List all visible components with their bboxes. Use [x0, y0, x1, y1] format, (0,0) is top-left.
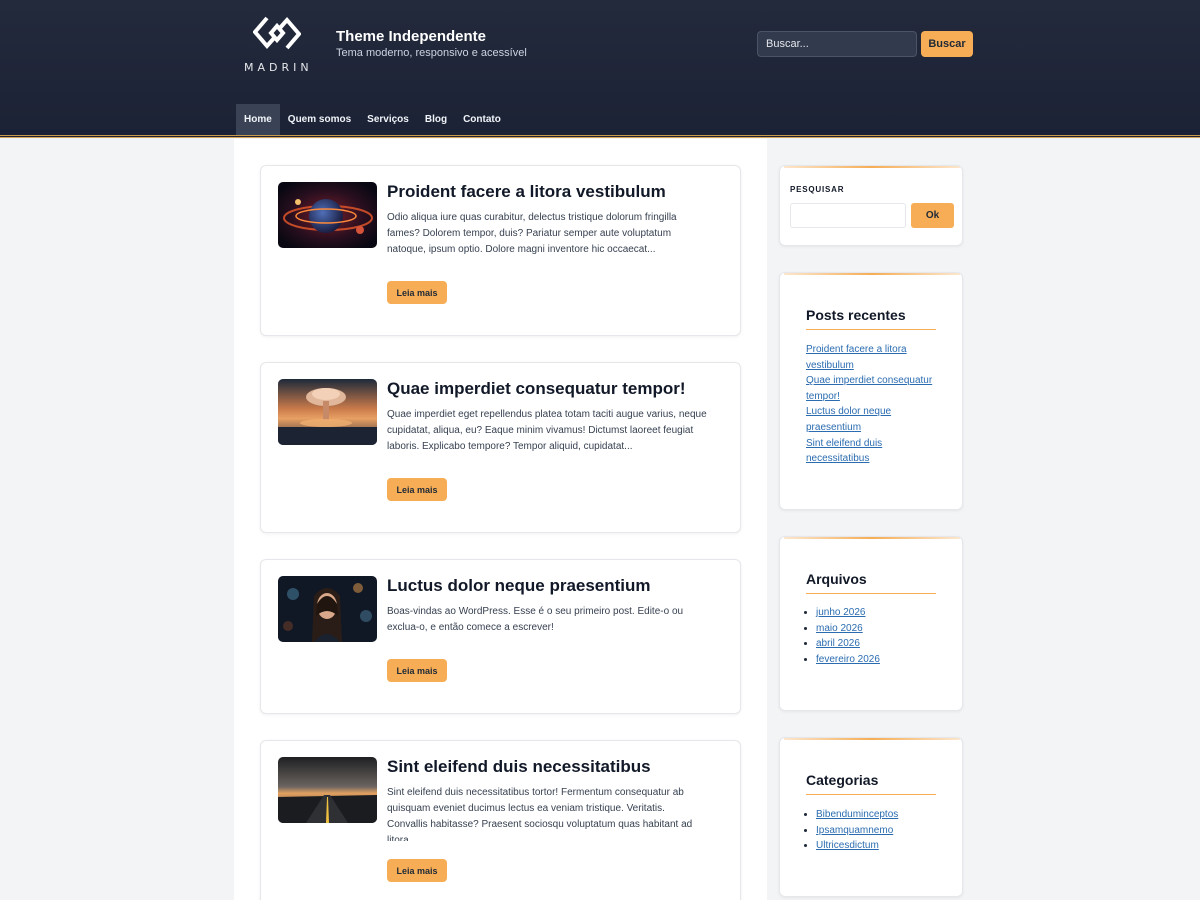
recent-posts-list: Proident facere a litora vestibulum Quae…	[806, 342, 936, 467]
sidebar-search-input[interactable]	[790, 203, 906, 228]
post-card: Proident facere a litora vestibulum Odio…	[260, 165, 741, 336]
archives-list: junho 2026 maio 2026 abril 2026 fevereir…	[816, 605, 946, 667]
site-description: Tema moderno, responsivo e acessível	[336, 47, 527, 59]
site-title[interactable]: Theme Independente	[336, 28, 486, 45]
post-title[interactable]: Luctus dolor neque praesentium	[387, 576, 651, 596]
post-excerpt: Boas-vindas ao WordPress. Esse é o seu p…	[387, 606, 684, 633]
archive-link[interactable]: junho 2026	[816, 607, 866, 618]
post-title[interactable]: Quae imperdiet consequatur tempor!	[387, 379, 686, 399]
search-widget: PESQUISAR Ok	[779, 165, 963, 246]
post-thumbnail[interactable]	[278, 576, 377, 642]
read-more-button[interactable]: Leia mais	[387, 859, 447, 882]
archive-link[interactable]: maio 2026	[816, 623, 863, 634]
post-card: Quae imperdiet consequatur tempor! Quae …	[260, 362, 741, 533]
list-item: abril 2026	[816, 636, 946, 652]
post-thumbnail[interactable]	[278, 379, 377, 445]
site-header: MADRIN Theme Independente Tema moderno, …	[0, 0, 1200, 139]
site-logo[interactable]: MADRIN	[244, 16, 310, 74]
logo-mark-icon	[253, 16, 301, 50]
read-more-button[interactable]: Leia mais	[387, 659, 447, 682]
list-item: Ultricesdictum	[816, 838, 946, 854]
post-thumbnail[interactable]	[278, 182, 377, 248]
nav-quem-somos[interactable]: Quem somos	[280, 104, 359, 136]
archive-link[interactable]: fevereiro 2026	[816, 654, 880, 665]
read-more-button[interactable]: Leia mais	[387, 478, 447, 501]
archives-widget: Arquivos junho 2026 maio 2026 abril 2026…	[779, 536, 963, 711]
nav-home[interactable]: Home	[236, 104, 280, 136]
widget-title: Categorias	[806, 772, 879, 788]
header-search-button[interactable]: Buscar	[921, 31, 973, 57]
category-link[interactable]: Bibenduminceptos	[816, 809, 898, 820]
post-excerpt: Quae imperdiet eget repellendus platea t…	[387, 409, 707, 452]
post-title[interactable]: Proident facere a litora vestibulum	[387, 182, 666, 202]
recent-post-link[interactable]: Sint eleifend duis necessitatibus	[806, 438, 882, 465]
list-item: maio 2026	[816, 621, 946, 637]
post-thumbnail[interactable]	[278, 757, 377, 823]
post-card: Sint eleifend duis necessitatibus Sint e…	[260, 740, 741, 900]
list-item: Ipsamquamnemo	[816, 823, 946, 839]
categories-list: Bibenduminceptos Ipsamquamnemo Ultricesd…	[816, 807, 946, 854]
nav-servicos[interactable]: Serviços	[359, 104, 417, 136]
post-excerpt: Odio aliqua iure quas curabitur, delectu…	[387, 212, 677, 255]
list-item: junho 2026	[816, 605, 946, 621]
list-item: Sint eleifend duis necessitatibus	[806, 436, 936, 467]
recent-post-link[interactable]: Proident facere a litora vestibulum	[806, 344, 907, 371]
category-link[interactable]: Ultricesdictum	[816, 840, 879, 851]
widget-title-underline	[806, 329, 936, 330]
logo-wordmark: MADRIN	[244, 61, 313, 74]
widget-title-underline	[806, 794, 936, 795]
archive-link[interactable]: abril 2026	[816, 638, 860, 649]
list-item: Quae imperdiet consequatur tempor!	[806, 373, 936, 404]
post-excerpt: Sint eleifend duis necessitatibus tortor…	[387, 787, 693, 841]
categories-widget: Categorias Bibenduminceptos Ipsamquamnem…	[779, 737, 963, 897]
widget-title-underline	[806, 593, 936, 594]
recent-posts-widget: Posts recentes Proident facere a litora …	[779, 272, 963, 510]
nav-contato[interactable]: Contato	[455, 104, 509, 136]
widget-title: Arquivos	[806, 571, 867, 587]
recent-post-link[interactable]: Luctus dolor neque praesentium	[806, 406, 891, 433]
post-card: Luctus dolor neque praesentium Boas-vind…	[260, 559, 741, 714]
read-more-button[interactable]: Leia mais	[387, 281, 447, 304]
list-item: Proident facere a litora vestibulum	[806, 342, 936, 373]
category-link[interactable]: Ipsamquamnemo	[816, 825, 893, 836]
list-item: Bibenduminceptos	[816, 807, 946, 823]
nav-blog[interactable]: Blog	[417, 104, 455, 136]
search-widget-label: PESQUISAR	[790, 185, 845, 194]
recent-post-link[interactable]: Quae imperdiet consequatur tempor!	[806, 375, 932, 402]
header-search-input[interactable]	[757, 31, 917, 57]
post-title[interactable]: Sint eleifend duis necessitatibus	[387, 757, 651, 777]
sidebar-search-button[interactable]: Ok	[911, 203, 954, 228]
main-nav: Home Quem somos Serviços Blog Contato	[236, 104, 509, 136]
list-item: fevereiro 2026	[816, 652, 946, 668]
widget-title: Posts recentes	[806, 307, 906, 323]
list-item: Luctus dolor neque praesentium	[806, 404, 936, 435]
